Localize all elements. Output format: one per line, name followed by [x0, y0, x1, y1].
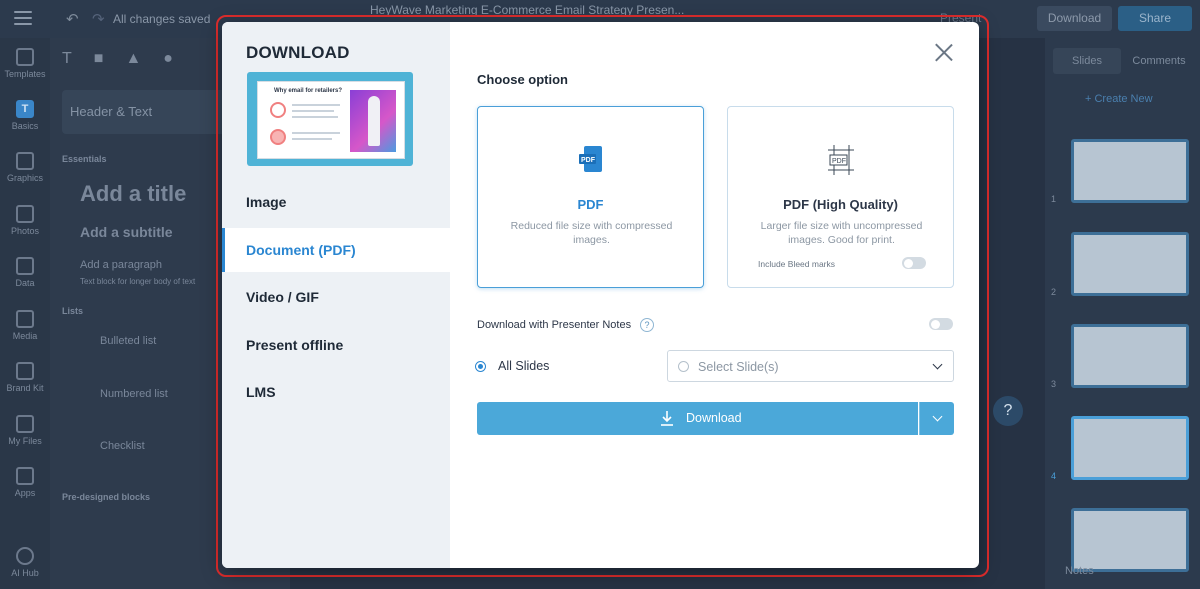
close-icon[interactable] [934, 43, 954, 63]
nav-lms[interactable]: LMS [222, 370, 450, 414]
option-pdf-hq-desc: Larger file size with uncompressed image… [760, 220, 923, 246]
nav-image[interactable]: Image [222, 180, 450, 224]
slide-thumbnail[interactable] [1071, 139, 1189, 203]
sparkle-icon [16, 547, 34, 565]
tab-comments[interactable]: Comments [1125, 48, 1193, 74]
rail-templates[interactable]: Templates [0, 48, 50, 79]
undo-icon[interactable]: ↶ [66, 10, 79, 28]
media-icon [16, 310, 34, 328]
choose-option-label: Choose option [477, 72, 568, 87]
all-slides-label: All Slides [498, 359, 550, 373]
preview-line [292, 138, 332, 140]
slide-number: 1 [1051, 194, 1057, 204]
preview-slide-title: Why email for retailers? [274, 88, 343, 94]
pdf-icon: PDF [579, 146, 602, 172]
option-pdf-hq-title: PDF (High Quality) [783, 197, 898, 212]
text-icon: T [16, 100, 34, 118]
graphics-icon [16, 152, 34, 170]
save-status: All changes saved [113, 12, 211, 26]
apps-grid-icon [16, 467, 34, 485]
section-lists: Lists [62, 306, 84, 316]
download-button-topbar[interactable]: Download [1037, 6, 1112, 31]
download-button[interactable]: Download [477, 402, 918, 435]
rail-photos[interactable]: Photos [0, 205, 50, 236]
presenter-notes-label: Download with Presenter Notes [477, 319, 632, 331]
download-modal: DOWNLOAD Why email for retailers? Image … [222, 22, 979, 568]
paragraph-hint: Text block for longer body of text [80, 277, 196, 286]
option-pdf[interactable]: PDF PDF Reduced file size with compresse… [477, 106, 704, 288]
rail-apps[interactable]: Apps [0, 467, 50, 498]
preview-slide: Why email for retailers? [257, 81, 405, 159]
nav-present-offline[interactable]: Present offline [222, 323, 450, 367]
rail-my-files[interactable]: My Files [0, 415, 50, 446]
preview-person [368, 96, 380, 146]
svg-text:PDF: PDF [581, 157, 596, 164]
checklist-block[interactable]: Checklist [100, 440, 145, 452]
section-predesigned: Pre-designed blocks [62, 492, 151, 502]
pdf-hq-icon: PDF [828, 145, 854, 175]
photos-icon [16, 205, 34, 223]
chevron-down-icon [932, 359, 943, 370]
numbered-list-block[interactable]: Numbered list [100, 388, 168, 400]
select-slides-dropdown[interactable]: Select Slide(s) [667, 350, 954, 382]
slide-number: 3 [1051, 379, 1057, 389]
bleed-marks-label: Include Bleed marks [758, 259, 836, 269]
nav-document-pdf[interactable]: Document (PDF) [222, 228, 450, 272]
slide-thumbnail[interactable] [1071, 324, 1189, 388]
brand-kit-icon [16, 362, 34, 380]
modal-sidebar: DOWNLOAD Why email for retailers? Image … [222, 22, 450, 568]
slide-thumbnail[interactable] [1071, 508, 1189, 572]
preview-line [292, 116, 338, 118]
add-title-block[interactable]: Add a title [80, 181, 186, 207]
preview-pie-icon [270, 129, 286, 145]
download-button-label: Download [686, 411, 742, 425]
option-pdf-high-quality[interactable]: PDF PDF (High Quality) Larger file size … [727, 106, 954, 288]
download-icon [661, 411, 673, 426]
bulleted-list-block[interactable]: Bulleted list [100, 335, 156, 347]
modal-heading: DOWNLOAD [246, 43, 350, 62]
preview-pie-icon [270, 102, 286, 118]
nav-video-gif[interactable]: Video / GIF [222, 275, 450, 319]
rail-media[interactable]: Media [0, 310, 50, 341]
create-new-slide[interactable]: + Create New [1085, 93, 1153, 105]
right-panel: Slides Comments + Create New 1 2 3 4 Not… [1045, 38, 1200, 589]
select-slides-placeholder: Select Slide(s) [698, 360, 779, 374]
presenter-notes-toggle[interactable] [929, 318, 953, 330]
svg-text:PDF: PDF [832, 158, 846, 165]
preview-line [292, 132, 340, 134]
add-paragraph-block[interactable]: Add a paragraph [80, 259, 162, 271]
slide-preview: Why email for retailers? [247, 72, 413, 166]
rail-data[interactable]: Data [0, 257, 50, 288]
templates-icon [16, 48, 34, 66]
tab-slides[interactable]: Slides [1053, 48, 1121, 74]
rail-graphics[interactable]: Graphics [0, 152, 50, 183]
redo-icon[interactable]: ↷ [92, 10, 105, 28]
add-subtitle-block[interactable]: Add a subtitle [80, 224, 173, 240]
preview-line [292, 104, 340, 106]
left-rail: Templates T Basics Graphics Photos Data M… [0, 38, 50, 589]
section-essentials: Essentials [62, 154, 107, 164]
folder-icon [16, 415, 34, 433]
rail-basics[interactable]: T Basics [0, 100, 50, 131]
all-slides-radio[interactable] [475, 361, 486, 372]
notes-button[interactable]: Notes [1065, 565, 1094, 577]
pie-chart-icon [16, 257, 34, 275]
share-button[interactable]: Share [1118, 6, 1192, 31]
download-options-dropdown[interactable] [919, 402, 954, 435]
preview-line [292, 110, 334, 112]
bleed-marks-toggle[interactable] [902, 257, 926, 269]
help-bubble[interactable]: ? [993, 396, 1023, 426]
hamburger-menu-icon[interactable] [14, 11, 32, 25]
rail-brand-kit[interactable]: Brand Kit [0, 362, 50, 393]
option-pdf-title: PDF [577, 197, 604, 212]
option-pdf-desc: Reduced file size with compressed images… [510, 220, 673, 246]
slide-number: 2 [1051, 287, 1057, 297]
slide-thumbnail[interactable] [1071, 232, 1189, 296]
slide-thumbnail[interactable] [1071, 416, 1189, 480]
help-icon[interactable]: ? [640, 318, 654, 332]
rail-ai-hub[interactable]: AI Hub [0, 547, 50, 578]
shape-tools[interactable]: T■▲● [62, 50, 195, 68]
slide-number: 4 [1051, 471, 1057, 481]
select-slides-radio[interactable] [678, 361, 689, 372]
